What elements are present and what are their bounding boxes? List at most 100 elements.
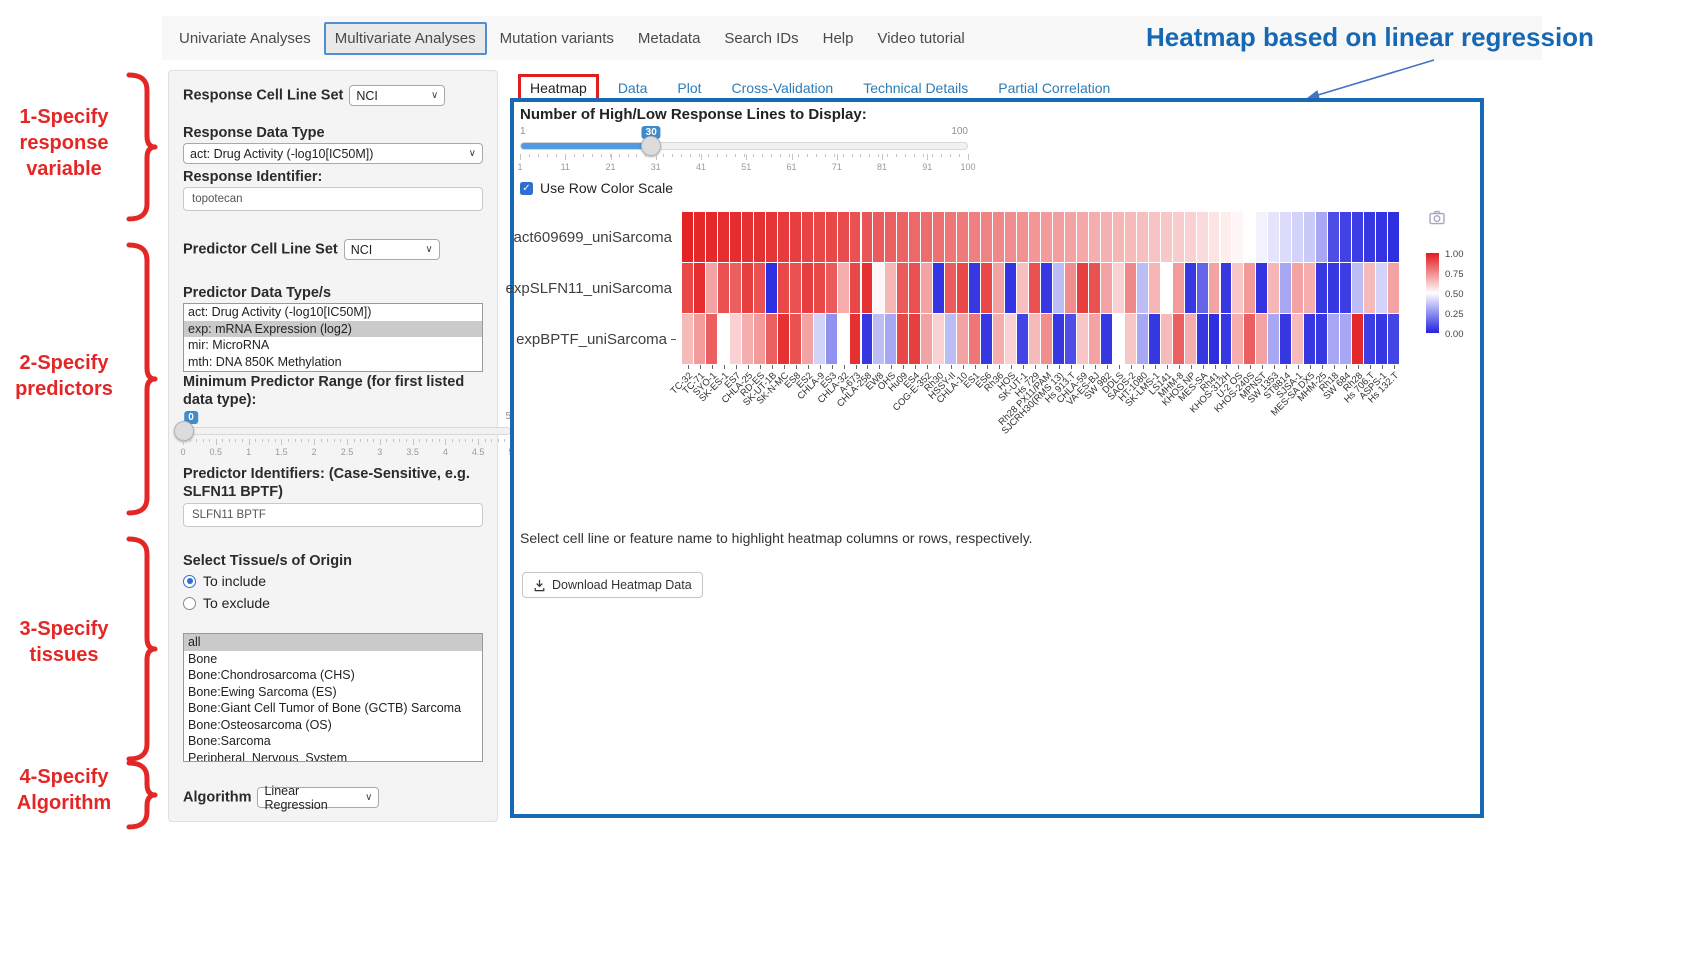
slider-fill [521, 143, 652, 149]
radio-unselected-icon[interactable] [183, 597, 196, 610]
heatmap-cell [1352, 263, 1363, 313]
slider-handle[interactable] [174, 421, 194, 441]
tissue-exclude-radio[interactable]: To exclude [183, 595, 483, 611]
step-bracket-1 [122, 72, 158, 222]
heatmap-cell [1340, 314, 1351, 364]
tissue-include-radio[interactable]: To include [183, 573, 483, 589]
slider-minor-tick [780, 154, 781, 157]
heatmap-x-tick [939, 365, 940, 369]
slider-grid-label: 4.5 [472, 447, 485, 457]
download-heatmap-data-button[interactable]: Download Heatmap Data [522, 572, 703, 598]
heatmap-plot[interactable]: TC-32TC-71SYO-1SK-ES-1ES7CHLA-25RD-ESSK-… [682, 212, 1400, 365]
tab-technical-details[interactable]: Technical Details [852, 76, 979, 100]
heatmap-x-tick [1262, 365, 1263, 369]
tissue-option-bone-chondrosarcoma-chs[interactable]: Bone:Chondrosarcoma (CHS) [184, 667, 482, 684]
nav-item-video-tutorial[interactable]: Video tutorial [866, 22, 975, 55]
slider-minor-tick [914, 154, 915, 157]
tissue-option-bone[interactable]: Bone [184, 651, 482, 668]
heatmap-cell [1173, 314, 1184, 364]
heatmap-x-tick [1334, 365, 1335, 369]
slider-minor-tick [196, 439, 197, 442]
heatmap-cell [1077, 263, 1088, 313]
nav-item-search-ids[interactable]: Search IDs [713, 22, 809, 55]
predictor-data-type-listbox[interactable]: act: Drug Activity (-log10[IC50M])exp: m… [183, 303, 483, 372]
nav-item-metadata[interactable]: Metadata [627, 22, 712, 55]
heatmap-cell [897, 263, 908, 313]
heatmap-cell [1137, 314, 1148, 364]
slider-track[interactable] [183, 427, 511, 435]
nav-item-multivariate-analyses[interactable]: Multivariate Analyses [324, 22, 487, 55]
tab-data[interactable]: Data [607, 76, 659, 100]
heatmap-cell [1125, 263, 1136, 313]
heatmap-cell [1197, 212, 1208, 262]
slider-minor-tick [852, 154, 853, 157]
predictor-cell-line-set-select[interactable]: NCI∨ [344, 239, 440, 260]
response-cell-line-set-select[interactable]: NCI∨ [349, 85, 445, 106]
slider-minor-tick [735, 154, 736, 157]
heatmap-cell [1221, 212, 1232, 262]
heatmap-cell [1244, 314, 1255, 364]
tissue-option-all[interactable]: all [184, 634, 482, 651]
heatmap-cell [802, 212, 813, 262]
row-color-scale-checkbox[interactable]: ✓ Use Row Color Scale [520, 180, 673, 196]
heatmap-cell [1005, 212, 1016, 262]
nav-item-help[interactable]: Help [812, 22, 865, 55]
heatmap-cell [1352, 314, 1363, 364]
heatmap-cell [1304, 314, 1315, 364]
slider-major-tick [183, 439, 184, 445]
slider-minor-tick [869, 154, 870, 157]
heatmap-cell [1388, 263, 1399, 313]
slider-handle[interactable] [641, 136, 661, 156]
heatmap-cell [909, 263, 920, 313]
heatmap-cell [1149, 263, 1160, 313]
slider-major-tick [445, 439, 446, 445]
heatmap-cell [873, 314, 884, 364]
heatmap-x-tick [700, 365, 701, 369]
heatmap-x-tick [784, 365, 785, 369]
heatmap-row-label-act609699-unisarcoma[interactable]: act609699_uniSarcoma [516, 212, 676, 263]
response-data-type-select[interactable]: act: Drug Activity (-log10[IC50M]) ∨ [183, 143, 483, 164]
slider-track[interactable] [520, 142, 968, 150]
heatmap-x-tick [772, 365, 773, 369]
slider-major-tick [380, 439, 381, 445]
algorithm-select[interactable]: Linear Regression∨ [257, 787, 379, 808]
heatmap-cell [993, 212, 1004, 262]
tissue-option-bone-sarcoma[interactable]: Bone:Sarcoma [184, 733, 482, 750]
checkbox-checked-icon[interactable]: ✓ [520, 182, 533, 195]
heatmap-cell [1256, 314, 1267, 364]
tissue-option-bone-osteosarcoma-os[interactable]: Bone:Osteosarcoma (OS) [184, 717, 482, 734]
tab-partial-correlation[interactable]: Partial Correlation [987, 76, 1121, 100]
predictor-identifiers-input[interactable] [183, 503, 483, 527]
heatmap-cell [1113, 212, 1124, 262]
lines-slider[interactable]: 1 100 30 1112131415161718191100 [520, 126, 968, 178]
heatmap-x-tick [1107, 365, 1108, 369]
option-mir-microrna[interactable]: mir: MicroRNA [184, 337, 482, 354]
radio-selected-icon[interactable] [183, 575, 196, 588]
heatmap-cell [754, 212, 765, 262]
tab-cross-validation[interactable]: Cross-Validation [721, 76, 845, 100]
option-exp-mrna-expression-log2[interactable]: exp: mRNA Expression (log2) [184, 321, 482, 338]
option-act-drug-activity-log10-ic50m[interactable]: act: Drug Activity (-log10[IC50M]) [184, 304, 482, 321]
tab-plot[interactable]: Plot [666, 76, 712, 100]
tissue-listbox[interactable]: allBoneBone:Chondrosarcoma (CHS)Bone:Ewi… [183, 633, 483, 762]
nav-item-mutation-variants[interactable]: Mutation variants [489, 22, 625, 55]
heatmap-row-label-expbptf-unisarcoma[interactable]: expBPTF_uniSarcoma [516, 314, 676, 365]
annotation-heading: Heatmap based on linear regression [1146, 22, 1594, 53]
slider-minor-tick [923, 154, 924, 157]
min-predictor-range-slider[interactable]: 0 5 00.511.522.533.544.55 [183, 411, 511, 459]
nav-item-univariate-analyses[interactable]: Univariate Analyses [168, 22, 322, 55]
response-identifier-input[interactable] [183, 187, 483, 211]
slider-minor-tick [308, 439, 309, 442]
slider-minor-tick [340, 439, 341, 442]
heatmap-row-label-expslfn11-unisarcoma[interactable]: expSLFN11_uniSarcoma [516, 263, 676, 314]
tissue-option-peripheral-nervous-system[interactable]: Peripheral_Nervous_System [184, 750, 482, 763]
heatmap-cell [1005, 314, 1016, 364]
lines-slider-label: Number of High/Low Response Lines to Dis… [520, 106, 867, 123]
slider-major-tick [656, 154, 657, 160]
tissue-option-bone-giant-cell-tumor-of-bone-gctb-sarcoma[interactable]: Bone:Giant Cell Tumor of Bone (GCTB) Sar… [184, 700, 482, 717]
camera-icon[interactable] [1429, 210, 1445, 225]
option-mth-dna-850k-methylation[interactable]: mth: DNA 850K Methylation [184, 354, 482, 371]
step-label-3: 3-Specify tissues [6, 616, 122, 668]
heatmap-cell [1173, 212, 1184, 262]
tissue-option-bone-ewing-sarcoma-es[interactable]: Bone:Ewing Sarcoma (ES) [184, 684, 482, 701]
